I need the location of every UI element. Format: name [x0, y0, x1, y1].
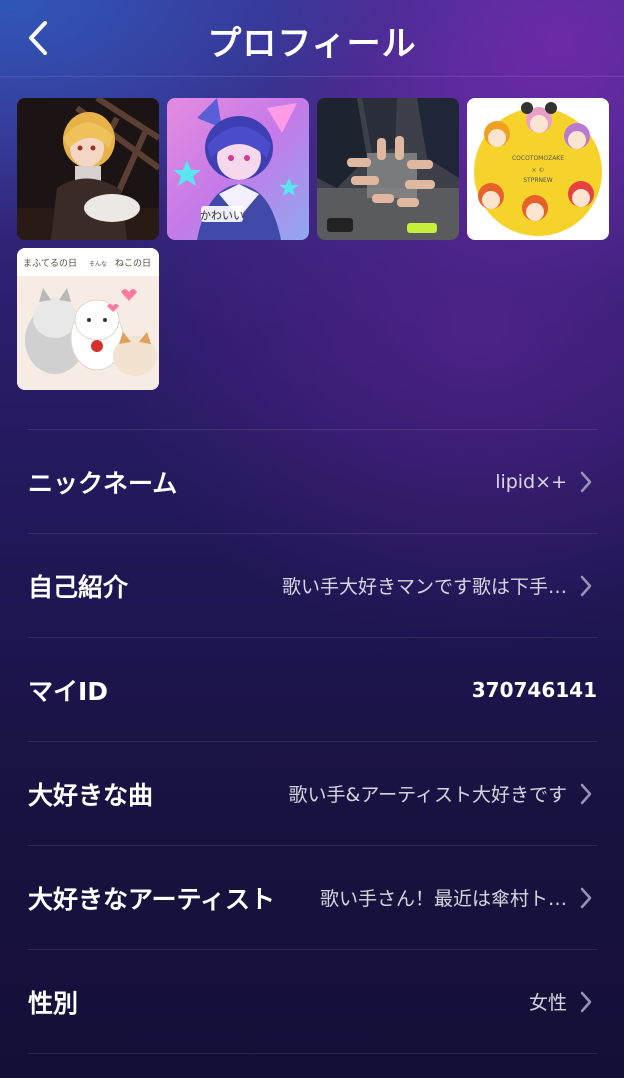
page-title: プロフィール — [207, 24, 417, 64]
gender-value-group: 女性 — [88, 987, 597, 1017]
row-my-id: マイID 370746141 — [28, 638, 597, 742]
row-favorite-song[interactable]: 大好きな曲 歌い手&アーティスト大好きです — [28, 742, 597, 846]
photo-2[interactable]: かわいい — [167, 98, 309, 240]
favorite-artist-value: 歌い手さん！最近は傘村ト… — [319, 888, 567, 910]
chevron-right-icon — [575, 571, 597, 601]
chevron-right-icon — [575, 467, 597, 497]
row-favorite-artist[interactable]: 大好きなアーティスト 歌い手さん！最近は傘村ト… — [28, 846, 597, 950]
top-bar: プロフィール — [0, 0, 624, 77]
chevron-right-icon — [575, 987, 597, 1017]
photo-5-text-middle: そんな — [89, 261, 107, 268]
row-gender[interactable]: 性別 女性 — [28, 950, 597, 1054]
chevron-right-icon — [575, 883, 597, 913]
photo-3-image — [317, 98, 459, 240]
favorite-song-value-group: 歌い手&アーティスト大好きです — [163, 779, 597, 809]
photo-4-image: COCOTOMOZAKE × © STPRNEW — [467, 98, 609, 240]
gender-value: 女性 — [528, 992, 567, 1014]
photo-2-image: かわいい — [167, 98, 309, 240]
nickname-label: ニックネーム — [28, 468, 178, 498]
my-id-value-group: 370746141 — [118, 678, 597, 702]
my-id-label: マイID — [28, 676, 109, 706]
row-nickname[interactable]: ニックネーム lipid×+ — [28, 430, 597, 534]
favorite-song-label: 大好きな曲 — [28, 780, 154, 810]
nickname-value-group: lipid×+ — [187, 467, 597, 497]
favorite-artist-value-group: 歌い手さん！最近は傘村ト… — [285, 883, 597, 913]
photo-4-text-1: COCOTOMOZAKE — [512, 155, 564, 162]
photo-2-caption: かわいい — [200, 209, 244, 222]
my-id-value: 370746141 — [471, 677, 597, 702]
photo-1[interactable] — [17, 98, 159, 240]
nickname-value: lipid×+ — [495, 470, 567, 493]
photo-3[interactable] — [317, 98, 459, 240]
profile-info-list: ニックネーム lipid×+ 自己紹介 歌い手大好きマンです歌は下手… マイID… — [28, 429, 597, 1054]
photo-5[interactable]: まふてるの日 そんな ねこの日 — [17, 248, 159, 390]
favorite-artist-label: 大好きなアーティスト — [28, 884, 276, 914]
favorite-song-value: 歌い手&アーティスト大好きです — [288, 784, 567, 806]
photo-5-text-left: まふてるの日 — [23, 258, 77, 269]
row-bio[interactable]: 自己紹介 歌い手大好きマンです歌は下手… — [28, 534, 597, 638]
bio-label: 自己紹介 — [28, 572, 129, 602]
profile-photo-grid: かわいい COCOTOMOZAKE × © STPRNEW まふてるの日 そんな… — [17, 98, 609, 390]
photo-5-image: まふてるの日 そんな ねこの日 — [17, 248, 159, 390]
bio-value: 歌い手大好きマンです歌は下手… — [281, 576, 567, 598]
chevron-right-icon — [575, 779, 597, 809]
photo-4-text-2: × © — [532, 167, 545, 174]
bio-value-group: 歌い手大好きマンです歌は下手… — [138, 571, 597, 601]
photo-5-text-right: ねこの日 — [115, 258, 151, 269]
photo-1-image — [17, 98, 159, 240]
gender-label: 性別 — [28, 988, 79, 1018]
photo-4[interactable]: COCOTOMOZAKE × © STPRNEW — [467, 98, 609, 240]
photo-4-text-3: STPRNEW — [523, 177, 553, 184]
